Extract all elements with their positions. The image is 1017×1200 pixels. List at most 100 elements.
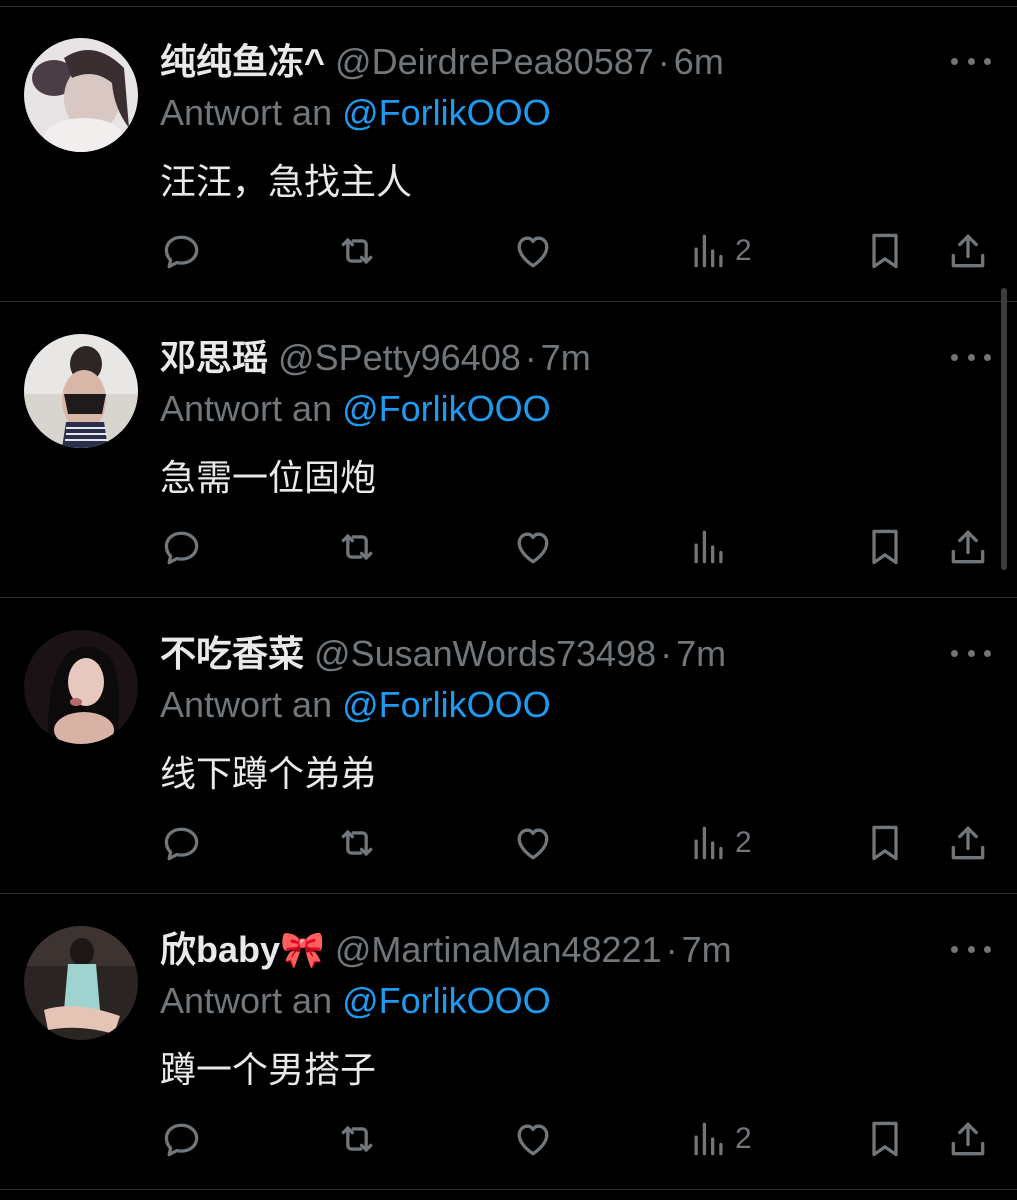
retweet-button[interactable] xyxy=(335,524,379,570)
user-handle[interactable]: @SusanWords73498 xyxy=(314,633,656,674)
reply-button[interactable] xyxy=(160,820,204,866)
timestamp[interactable]: 7m xyxy=(541,337,591,378)
reply-button[interactable] xyxy=(160,1116,204,1162)
reply-context: Antwort an @ForlikOOO xyxy=(160,682,551,728)
action-bar: 2 xyxy=(0,228,1017,274)
scrollbar[interactable] xyxy=(1001,288,1007,570)
reply-tweet[interactable]: 纯纯鱼冻^ @DeirdrePea80587 · 6m Antwort an @Fo… xyxy=(0,6,1017,302)
retweet-button[interactable] xyxy=(335,1116,379,1162)
reply-tweet[interactable]: 不吃香菜 @SusanWords73498 · 7m Antwort an @For… xyxy=(0,598,1017,894)
tweet-header: 纯纯鱼冻^ @DeirdrePea80587 · 6m xyxy=(160,36,724,88)
reply-prefix: Antwort an xyxy=(160,980,333,1021)
upload-share-icon xyxy=(951,234,985,268)
more-dot xyxy=(984,945,991,953)
reply-tweet[interactable]: 欣baby🎀 @MartinaMan48221 · 7m Antwort an @F… xyxy=(0,894,1017,1190)
share-button[interactable] xyxy=(946,228,990,274)
avatar[interactable] xyxy=(24,926,138,1040)
views-button[interactable]: 2 xyxy=(687,1116,752,1162)
mention-link[interactable]: @ForlikOOO xyxy=(342,388,551,429)
tweet-text: 蹲一个男搭子 xyxy=(160,1049,377,1090)
separator-dot: · xyxy=(524,337,537,378)
more-dot xyxy=(951,57,958,65)
timestamp[interactable]: 7m xyxy=(676,633,726,674)
reply-prefix: Antwort an xyxy=(160,92,333,133)
bar-chart-icon xyxy=(694,1122,723,1156)
like-button[interactable] xyxy=(511,820,555,866)
share-button[interactable] xyxy=(946,1116,990,1162)
separator-dot: · xyxy=(665,929,678,970)
tweet-text: 线下蹲个弟弟 xyxy=(160,753,377,794)
tweet-header: 邓思瑶 @SPetty96408 · 7m xyxy=(160,332,591,384)
heart-outline-icon xyxy=(517,828,549,860)
display-name[interactable]: 不吃香菜 xyxy=(160,633,304,674)
avatar[interactable] xyxy=(24,630,138,744)
reply-prefix: Antwort an xyxy=(160,388,333,429)
like-button[interactable] xyxy=(511,524,555,570)
more-options-button[interactable] xyxy=(951,46,991,76)
more-dot xyxy=(984,57,991,65)
mention-link[interactable]: @ForlikOOO xyxy=(342,980,551,1021)
reply-button[interactable] xyxy=(160,228,204,274)
share-button[interactable] xyxy=(946,820,990,866)
like-button[interactable] xyxy=(511,228,555,274)
action-bar xyxy=(0,524,1017,570)
bookmark-button[interactable] xyxy=(863,1116,907,1162)
upload-share-icon xyxy=(951,1122,985,1156)
upload-share-icon xyxy=(951,826,985,860)
share-button[interactable] xyxy=(946,524,990,570)
bookmark-icon xyxy=(872,1121,898,1157)
bookmark-icon xyxy=(872,825,898,861)
more-dot xyxy=(951,945,958,953)
user-handle[interactable]: @DeirdrePea80587 xyxy=(335,41,654,82)
display-name[interactable]: 欣baby🎀 xyxy=(160,929,325,970)
more-dot xyxy=(984,649,991,657)
more-options-button[interactable] xyxy=(951,934,991,964)
more-dot xyxy=(967,945,975,953)
action-bar: 2 xyxy=(0,820,1017,866)
bookmark-button[interactable] xyxy=(863,228,907,274)
display-name[interactable]: 纯纯鱼冻^ xyxy=(160,41,325,82)
tweet-text: 汪汪，急找主人 xyxy=(160,161,413,202)
more-options-button[interactable] xyxy=(951,638,991,668)
timestamp[interactable]: 7m xyxy=(682,929,732,970)
bookmark-icon xyxy=(872,529,898,565)
reply-button[interactable] xyxy=(160,524,204,570)
speech-bubble-icon xyxy=(164,531,199,565)
mention-link[interactable]: @ForlikOOO xyxy=(342,92,551,133)
timestamp[interactable]: 6m xyxy=(674,41,724,82)
reply-tweet[interactable]: 邓思瑶 @SPetty96408 · 7m Antwort an @ForlikOO… xyxy=(0,302,1017,598)
reply-context: Antwort an @ForlikOOO xyxy=(160,90,551,136)
reply-prefix: Antwort an xyxy=(160,684,333,725)
tweet-header: 欣baby🎀 @MartinaMan48221 · 7m xyxy=(160,924,732,976)
more-dot xyxy=(967,649,975,657)
reply-context: Antwort an @ForlikOOO xyxy=(160,978,551,1024)
retweet-arrows-icon xyxy=(341,1126,373,1152)
views-button[interactable]: 2 xyxy=(687,820,752,866)
heart-outline-icon xyxy=(517,236,549,268)
views-button[interactable] xyxy=(687,524,735,570)
separator-dot: · xyxy=(660,633,673,674)
retweet-button[interactable] xyxy=(335,820,379,866)
display-name[interactable]: 邓思瑶 xyxy=(160,337,268,378)
views-button[interactable]: 2 xyxy=(687,228,752,274)
avatar[interactable] xyxy=(24,38,138,152)
user-handle[interactable]: @SPetty96408 xyxy=(278,337,521,378)
separator-dot: · xyxy=(657,41,670,82)
bar-chart-icon xyxy=(694,826,723,860)
more-dot xyxy=(951,353,958,361)
retweet-arrows-icon xyxy=(341,534,373,560)
tweet-text: 急需一位固炮 xyxy=(160,457,377,498)
bookmark-icon xyxy=(872,233,898,269)
avatar[interactable] xyxy=(24,334,138,448)
more-options-button[interactable] xyxy=(951,342,991,372)
retweet-button[interactable] xyxy=(335,228,379,274)
like-button[interactable] xyxy=(511,1116,555,1162)
action-bar: 2 xyxy=(0,1116,1017,1162)
tweet-header: 不吃香菜 @SusanWords73498 · 7m xyxy=(160,628,726,680)
user-handle[interactable]: @MartinaMan48221 xyxy=(335,929,662,970)
mention-link[interactable]: @ForlikOOO xyxy=(342,684,551,725)
speech-bubble-icon xyxy=(164,1123,199,1157)
bookmark-button[interactable] xyxy=(863,524,907,570)
bookmark-button[interactable] xyxy=(863,820,907,866)
reply-context: Antwort an @ForlikOOO xyxy=(160,386,551,432)
